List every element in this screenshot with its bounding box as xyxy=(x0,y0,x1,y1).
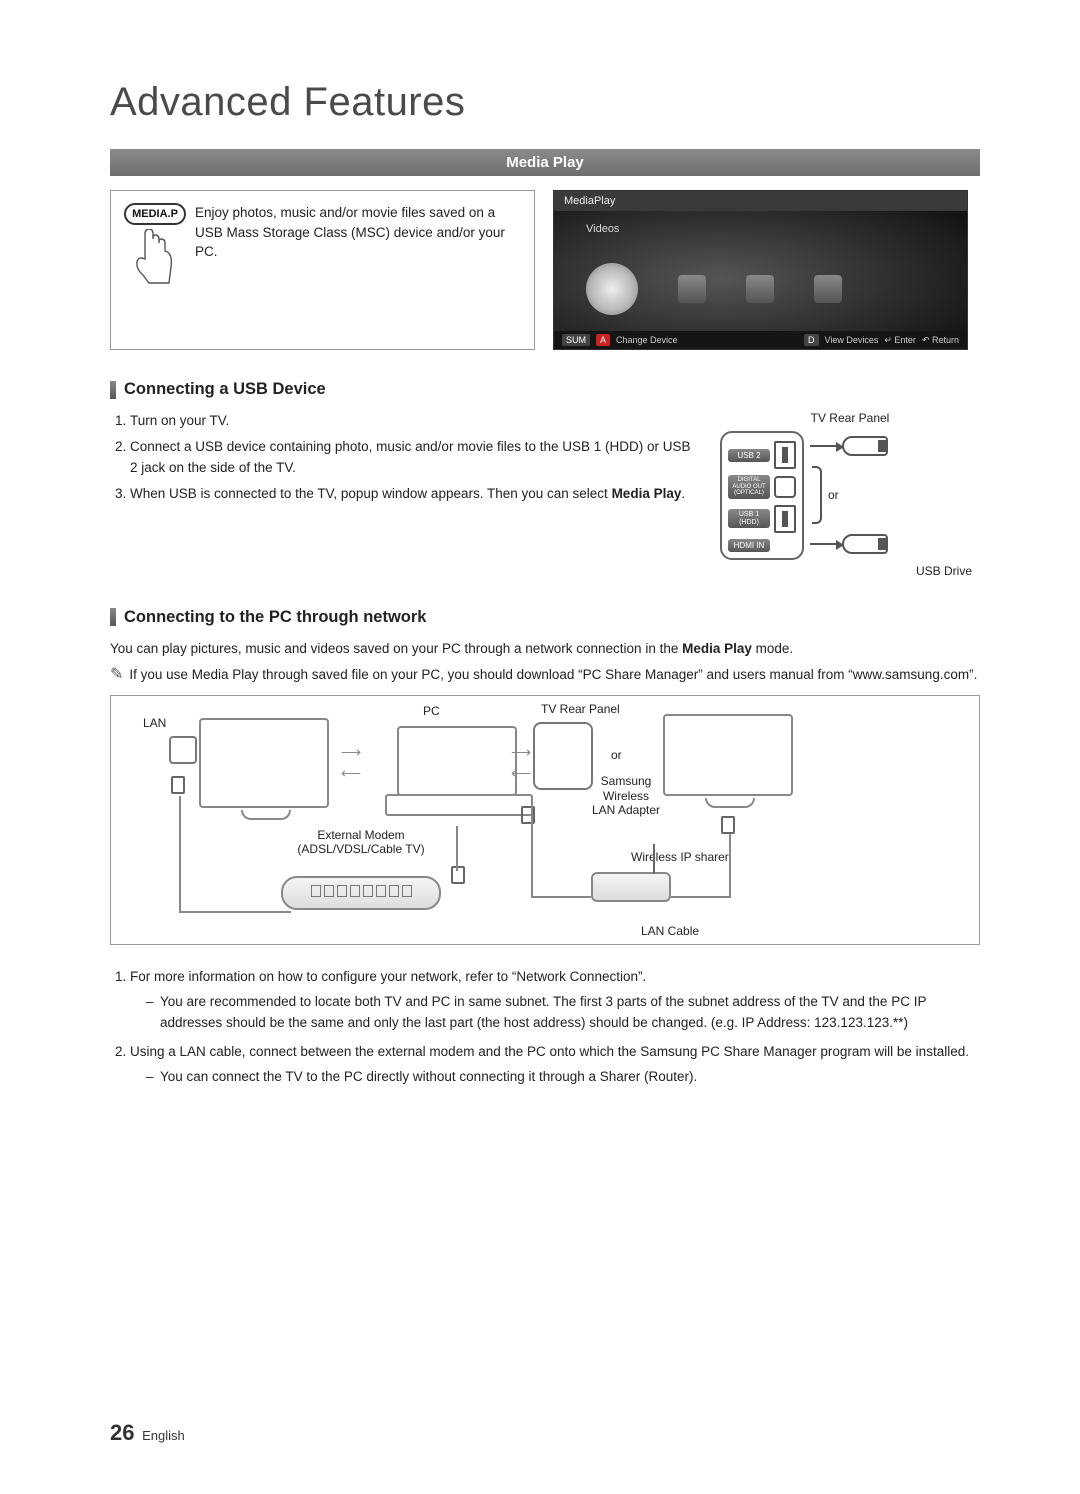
wireless-sharer-label: Wireless IP sharer xyxy=(631,850,729,864)
external-modem-icon xyxy=(281,876,441,910)
tv-mediaplay-screenshot: MediaPlay Videos SUM A Change Device D V… xyxy=(553,190,968,350)
page-language: English xyxy=(142,1428,185,1443)
subsection-bar-icon xyxy=(110,381,116,399)
a-key-icon: A xyxy=(596,334,610,346)
rear-panel-label: TV Rear Panel xyxy=(720,411,980,425)
pc-step-2-sub-1: You can connect the TV to the PC directl… xyxy=(146,1067,980,1088)
intro-text: Enjoy photos, music and/or movie files s… xyxy=(195,203,520,262)
pc-label: PC xyxy=(423,704,440,718)
or-label: or xyxy=(828,488,839,502)
film-reel-icon xyxy=(586,263,638,315)
rear-panel-label2: TV Rear Panel xyxy=(541,702,620,716)
lan-plug-icon xyxy=(171,776,185,794)
press-hand-icon xyxy=(135,229,175,284)
mediap-remote-button: MEDIA.P xyxy=(124,203,186,225)
page-number: 26 xyxy=(110,1420,134,1445)
arrow-left-icon: ⟵ xyxy=(341,765,361,782)
d-key-icon: D xyxy=(804,334,819,346)
tv-outline-icon xyxy=(199,718,329,808)
port-hdmi: HDMI IN xyxy=(728,539,770,552)
tv-rear-panel-diagram: TV Rear Panel USB 2 DIGITAL AUDIO OUT (O… xyxy=(720,411,980,578)
lan-port-icon xyxy=(169,736,197,764)
rear-panel-mini-icon xyxy=(533,722,593,790)
tv-small-icon-1 xyxy=(678,275,706,303)
network-diagram: LAN PC TV Rear Panel or Samsung Wireless… xyxy=(110,695,980,945)
chapter-title: Advanced Features xyxy=(110,80,980,125)
usb-drive-label: USB Drive xyxy=(720,564,980,578)
return-label: ↶ Return xyxy=(922,335,959,346)
lan-plug-icon xyxy=(451,866,465,884)
arrow-right-icon: ⟶ xyxy=(511,744,531,761)
subsection-bar-icon xyxy=(110,608,116,626)
usb-step-2: Connect a USB device containing photo, m… xyxy=(130,437,700,478)
or-label-2: or xyxy=(611,748,622,762)
usb-step-1: Turn on your TV. xyxy=(130,411,700,431)
pc-intro-paragraph: You can play pictures, music and videos … xyxy=(110,639,980,659)
usb-stick-icon xyxy=(842,534,888,554)
modem-label: External Modem(ADSL/VDSL/Cable TV) xyxy=(291,828,431,856)
pc-step-1-sub-1: You are recommended to locate both TV an… xyxy=(146,992,980,1034)
enter-label: ↵ Enter xyxy=(884,335,916,346)
tv-category-videos: Videos xyxy=(586,223,619,235)
pc-note-text: If you use Media Play through saved file… xyxy=(129,665,977,685)
change-device-label: Change Device xyxy=(616,335,678,345)
port-usb2: USB 2 xyxy=(728,449,770,462)
pc-step-2: Using a LAN cable, connect between the e… xyxy=(130,1042,980,1088)
subsection-connecting-pc: Connecting to the PC through network xyxy=(124,608,426,627)
arrow-right-icon: ⟶ xyxy=(341,744,361,761)
arrow-icon xyxy=(810,445,838,447)
lan-label: LAN xyxy=(143,716,166,730)
wlan-adapter-label: Samsung Wireless LAN Adapter xyxy=(591,774,661,817)
tv-outline-icon xyxy=(663,714,793,796)
usb-step-3: When USB is connected to the TV, popup w… xyxy=(130,484,700,504)
tv-screenshot-title: MediaPlay xyxy=(554,191,967,211)
pc-steps-list: For more information on how to configure… xyxy=(110,967,980,1088)
laptop-icon xyxy=(397,726,517,796)
page-footer: 26 English xyxy=(110,1420,185,1446)
usb-stick-icon xyxy=(842,436,888,456)
media-play-intro-box: MEDIA.P Enjoy photos, music and/or movie… xyxy=(110,190,535,350)
view-devices-label: View Devices xyxy=(825,335,879,345)
subsection-connecting-usb: Connecting a USB Device xyxy=(124,380,326,399)
sum-key: SUM xyxy=(562,334,590,346)
port-usb1: USB 1 (HDD) xyxy=(728,509,770,528)
arrow-icon xyxy=(810,543,838,545)
usb-steps-list: Turn on your TV. Connect a USB device co… xyxy=(110,411,700,578)
section-bar-media-play: Media Play xyxy=(110,149,980,176)
note-icon: ✎ xyxy=(110,665,123,685)
arrow-left-icon: ⟵ xyxy=(511,765,531,782)
pc-step-1: For more information on how to configure… xyxy=(130,967,980,1034)
port-optical: DIGITAL AUDIO OUT (OPTICAL) xyxy=(728,475,770,499)
lan-plug-icon xyxy=(721,816,735,834)
tv-small-icon-3 xyxy=(814,275,842,303)
lan-cable-label: LAN Cable xyxy=(641,924,699,938)
tv-small-icon-2 xyxy=(746,275,774,303)
wireless-router-icon xyxy=(591,872,671,902)
